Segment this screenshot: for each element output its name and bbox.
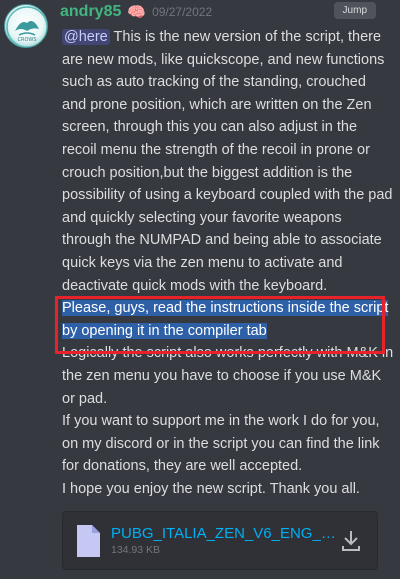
message-timestamp: 09/27/2022 — [152, 5, 213, 19]
file-name-link[interactable]: PUBG_ITALIA_ZEN_V6_ENG_V... — [111, 525, 337, 542]
file-meta: PUBG_ITALIA_ZEN_V6_ENG_V... 134.93 KB — [111, 525, 341, 556]
selected-instruction-text: Please, guys, read the instructions insi… — [62, 300, 389, 339]
message-content: @here This is the new version of the scr… — [62, 26, 394, 500]
message-paragraph-closing: I hope you enjoy the new script. Thank y… — [62, 480, 360, 497]
message-paragraph-mk: Logically the script also works perfectl… — [62, 345, 394, 407]
message-header: andry85 🧠 09/27/2022 — [60, 1, 212, 23]
message-paragraph-support: If you want to support me in the work I … — [62, 413, 380, 475]
message-paragraph-intro: @here This is the new version of the scr… — [62, 26, 394, 297]
file-attachment[interactable]: PUBG_ITALIA_ZEN_V6_ENG_V... 134.93 KB — [62, 511, 378, 570]
user-avatar[interactable]: CROWS — [4, 4, 48, 48]
author-username[interactable]: andry85 — [60, 3, 121, 21]
file-icon — [77, 524, 100, 557]
crows-logo-icon: CROWS — [6, 6, 47, 47]
avatar-label: CROWS — [17, 37, 36, 43]
brain-icon: 🧠 — [127, 2, 147, 21]
message-paragraph-highlight: Please, guys, read the instructions insi… — [62, 297, 394, 342]
download-icon[interactable] — [341, 530, 361, 552]
jump-button[interactable]: Jump — [333, 2, 376, 19]
here-mention[interactable]: @here — [62, 29, 110, 45]
message-body-intro: This is the new version of the script, t… — [62, 29, 393, 294]
file-size: 134.93 KB — [111, 544, 161, 556]
